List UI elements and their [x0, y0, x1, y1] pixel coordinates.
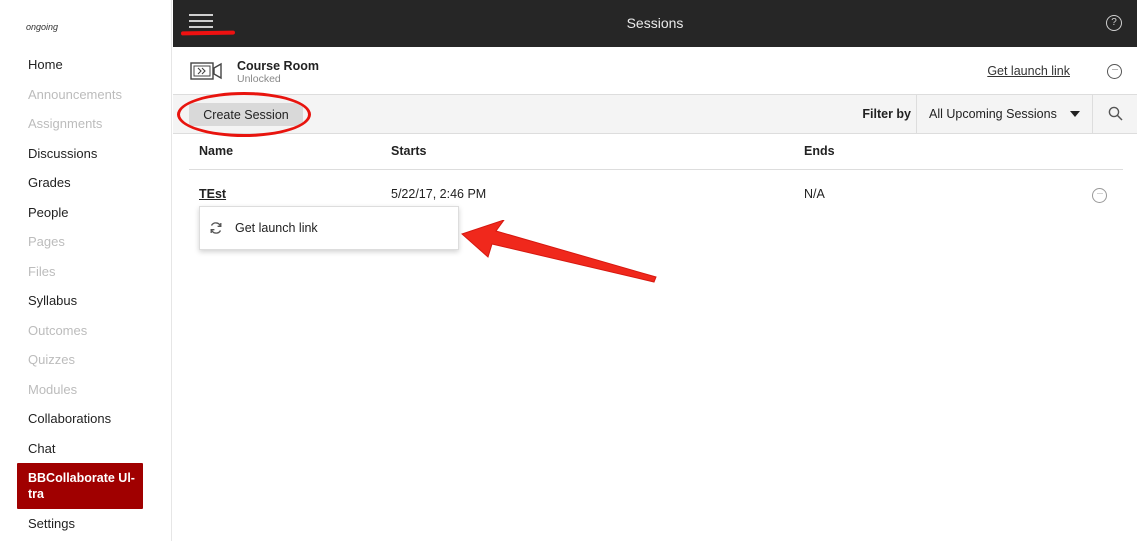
- nav-item-home[interactable]: Home: [0, 50, 172, 80]
- annotation-arrow: [461, 220, 657, 283]
- nav-item-outcomes[interactable]: Outcomes: [0, 316, 172, 346]
- nav-item-quizzes[interactable]: Quizzes: [0, 345, 172, 375]
- nav-item-files[interactable]: Files: [0, 257, 172, 287]
- course-room-bar: Course Room Unlocked Get launch link ···: [173, 47, 1137, 95]
- sessions-table-header: Name Starts Ends: [189, 134, 1123, 170]
- nav-item-settings[interactable]: Settings: [0, 509, 172, 539]
- course-room-title: Course Room: [237, 59, 319, 73]
- annotation-underline: [180, 30, 236, 36]
- nav-item-pages[interactable]: Pages: [0, 227, 172, 257]
- nav-item-assignments[interactable]: Assignments: [0, 109, 172, 139]
- column-header-starts[interactable]: Starts: [391, 144, 426, 158]
- more-options-icon[interactable]: ···: [1107, 64, 1122, 79]
- filter-select[interactable]: All Upcoming Sessions: [916, 95, 1093, 133]
- top-bar: Sessions ?: [173, 0, 1137, 47]
- filter-value: All Upcoming Sessions: [929, 107, 1057, 121]
- get-launch-link-menu-item[interactable]: Get launch link: [199, 206, 459, 250]
- session-name-link[interactable]: TEst: [199, 187, 226, 201]
- nav-item-grades[interactable]: Grades: [0, 168, 172, 198]
- course-nav: Home Announcements Assignments Discussio…: [0, 50, 172, 539]
- nav-item-modules[interactable]: Modules: [0, 375, 172, 405]
- sessions-toolbar: Create Session Filter by All Upcoming Se…: [173, 92, 1137, 137]
- session-start: 5/22/17, 2:46 PM: [391, 187, 487, 201]
- course-room-status: Unlocked: [237, 73, 281, 85]
- nav-item-people[interactable]: People: [0, 198, 172, 228]
- course-name: ongoing: [26, 22, 59, 32]
- popup-label: Get launch link: [235, 221, 318, 235]
- nav-item-bbcollaborate-ultra[interactable]: BBCollaborate Ul-tra: [17, 463, 143, 509]
- column-header-ends[interactable]: Ends: [804, 144, 835, 158]
- session-more-icon[interactable]: ···: [1092, 188, 1107, 203]
- refresh-icon: [210, 222, 222, 234]
- search-icon[interactable]: [1108, 106, 1123, 121]
- column-header-name[interactable]: Name: [199, 144, 233, 158]
- course-sidebar: ongoing Home Announcements Assignments D…: [0, 0, 172, 541]
- nav-item-syllabus[interactable]: Syllabus: [0, 286, 172, 316]
- filter-label: Filter by: [862, 107, 911, 121]
- nav-item-announcements[interactable]: Announcements: [0, 80, 172, 110]
- nav-item-discussions[interactable]: Discussions: [0, 139, 172, 169]
- get-launch-link[interactable]: Get launch link: [987, 64, 1070, 78]
- chevron-down-icon: [1070, 111, 1080, 117]
- video-camera-icon: [190, 62, 222, 80]
- help-icon[interactable]: ?: [1106, 15, 1122, 31]
- nav-item-collaborations[interactable]: Collaborations: [0, 404, 172, 434]
- session-end: N/A: [804, 187, 825, 201]
- page-title: Sessions: [626, 15, 684, 31]
- create-session-button[interactable]: Create Session: [189, 103, 303, 126]
- nav-item-chat[interactable]: Chat: [0, 434, 172, 464]
- main-panel: Sessions ? Course Room Unlocked Get laun…: [173, 0, 1137, 541]
